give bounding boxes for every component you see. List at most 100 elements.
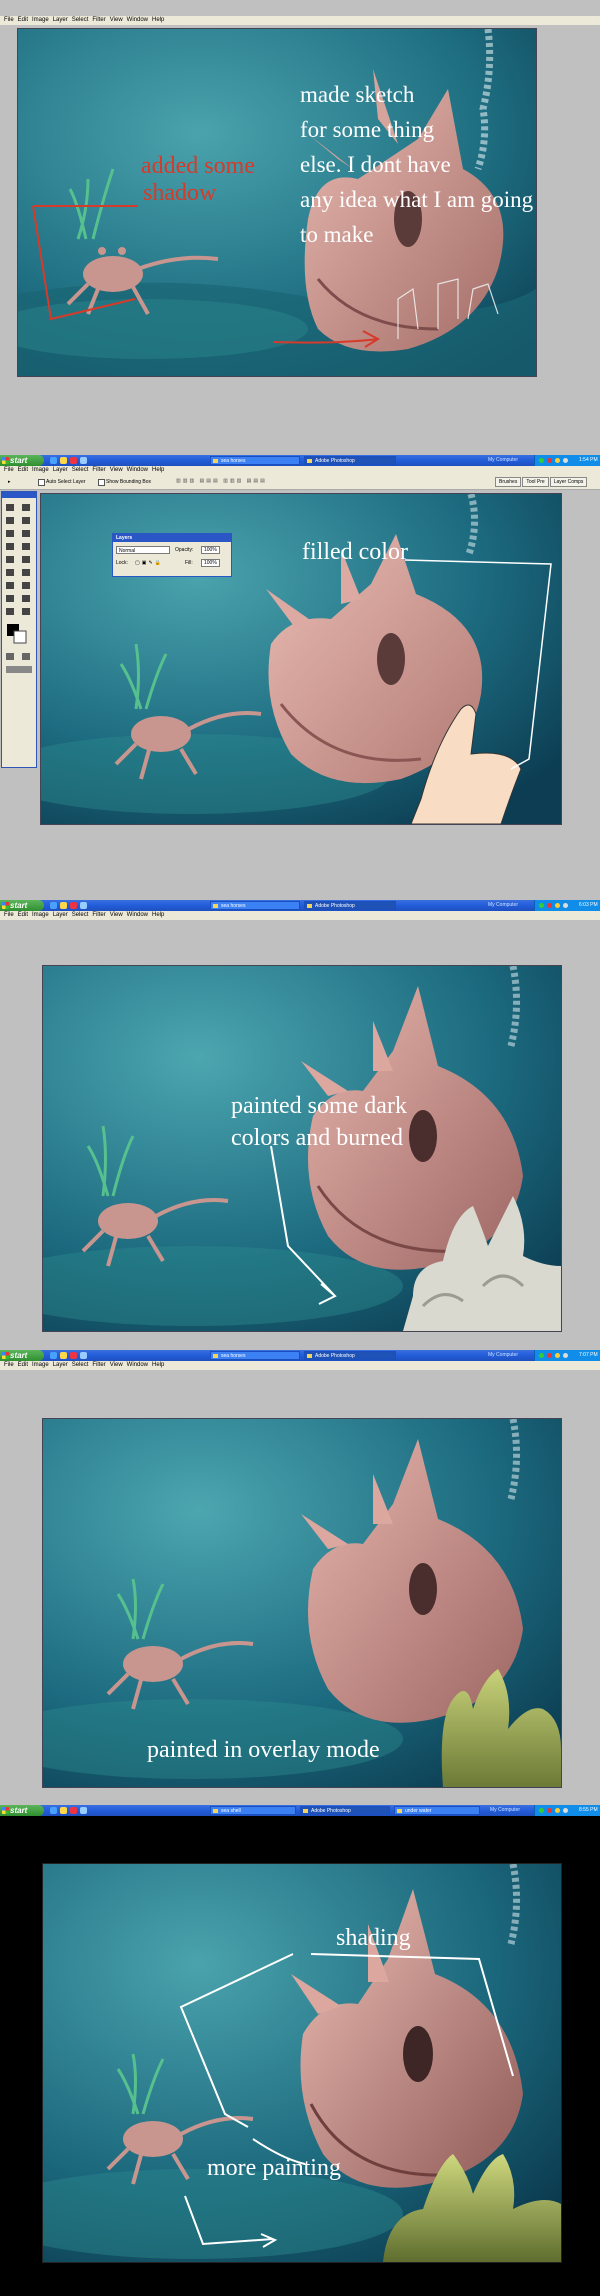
menu-filter[interactable]: Filter xyxy=(92,466,105,475)
quicklaunch-folder-icon[interactable] xyxy=(60,1807,67,1814)
start-button[interactable]: start xyxy=(0,1350,44,1361)
bounding-box-checkbox[interactable] xyxy=(98,479,105,486)
painting-canvas[interactable] xyxy=(42,1863,562,2263)
move-tool-icon[interactable]: ▸ xyxy=(8,479,11,485)
start-button[interactable]: start xyxy=(0,900,44,911)
menu-file[interactable]: File xyxy=(4,16,14,25)
fill-input[interactable]: 100% xyxy=(201,559,220,567)
lock-icons[interactable]: ▢▣✎🔒 xyxy=(135,560,163,566)
menu-filter[interactable]: Filter xyxy=(92,16,105,25)
start-button[interactable]: start xyxy=(0,455,44,466)
tray-network-icon[interactable] xyxy=(539,1353,544,1358)
tray-network-icon[interactable] xyxy=(539,1808,544,1813)
tray-network-icon[interactable] xyxy=(539,458,544,463)
tray-app-icon[interactable] xyxy=(563,1808,568,1813)
taskbar-task-photoshop[interactable]: Adobe Photoshop xyxy=(304,1351,396,1360)
tray-volume-icon[interactable] xyxy=(555,903,560,908)
quicklaunch-folder-icon[interactable] xyxy=(60,1352,67,1359)
menu-filter[interactable]: Filter xyxy=(92,1361,105,1370)
quicklaunch-ie-icon[interactable] xyxy=(50,902,57,909)
tray-volume-icon[interactable] xyxy=(555,458,560,463)
menu-image[interactable]: Image xyxy=(32,1361,49,1370)
sketch-annotation-line-3: else. I dont have xyxy=(300,152,451,177)
tray-security-icon[interactable] xyxy=(547,1808,552,1813)
taskbar-task-sea-horses[interactable]: sea horses xyxy=(210,901,300,910)
taskbar-task-sea-horses[interactable]: sea horses xyxy=(210,1351,300,1360)
menu-layer[interactable]: Layer xyxy=(53,911,68,920)
quicklaunch-ie-icon[interactable] xyxy=(50,1352,57,1359)
quicklaunch-ie-icon[interactable] xyxy=(50,457,57,464)
menu-help[interactable]: Help xyxy=(152,911,164,920)
menu-select[interactable]: Select xyxy=(72,1361,89,1370)
filled-color-annotation: filled color xyxy=(302,539,408,565)
menu-image[interactable]: Image xyxy=(32,16,49,25)
taskbar-task-under-water[interactable]: under water xyxy=(394,1806,480,1815)
quicklaunch-media-icon[interactable] xyxy=(70,457,77,464)
quicklaunch-desktop-icon[interactable] xyxy=(80,1352,87,1359)
tray-volume-icon[interactable] xyxy=(555,1808,560,1813)
layers-palette-title[interactable]: Layers xyxy=(113,534,231,542)
menu-edit[interactable]: Edit xyxy=(18,1361,28,1370)
tray-app-icon[interactable] xyxy=(563,458,568,463)
menu-edit[interactable]: Edit xyxy=(18,16,28,25)
taskbar-task-photoshop[interactable]: Adobe Photoshop xyxy=(304,901,396,910)
quicklaunch-media-icon[interactable] xyxy=(70,1352,77,1359)
taskbar-task-sea-horses[interactable]: sea horses xyxy=(210,456,300,465)
menu-edit[interactable]: Edit xyxy=(18,911,28,920)
tray-security-icon[interactable] xyxy=(547,458,552,463)
menu-select[interactable]: Select xyxy=(72,466,89,475)
quicklaunch-desktop-icon[interactable] xyxy=(80,457,87,464)
tray-security-icon[interactable] xyxy=(547,903,552,908)
quicklaunch-media-icon[interactable] xyxy=(70,902,77,909)
menu-layer[interactable]: Layer xyxy=(53,1361,68,1370)
quicklaunch-folder-icon[interactable] xyxy=(60,457,67,464)
menu-window[interactable]: Window xyxy=(127,16,148,25)
menu-help[interactable]: Help xyxy=(152,466,164,475)
auto-select-checkbox[interactable] xyxy=(38,479,45,486)
menu-layer[interactable]: Layer xyxy=(53,466,68,475)
blend-mode-select[interactable]: Normal xyxy=(116,546,170,554)
shading-annotation: shading xyxy=(336,1925,411,1951)
quicklaunch-folder-icon[interactable] xyxy=(60,902,67,909)
tray-volume-icon[interactable] xyxy=(555,1353,560,1358)
tool-icons[interactable] xyxy=(2,498,36,678)
opacity-input[interactable]: 100% xyxy=(201,546,220,554)
taskbar-task-photoshop[interactable]: Adobe Photoshop xyxy=(300,1806,390,1815)
layer-comps-tab[interactable]: Layer Comps xyxy=(549,477,588,487)
taskbar-task-photoshop[interactable]: Adobe Photoshop xyxy=(304,456,396,465)
tray-app-icon[interactable] xyxy=(563,1353,568,1358)
menu-edit[interactable]: Edit xyxy=(18,466,28,475)
start-button[interactable]: start xyxy=(0,1805,44,1816)
tray-app-icon[interactable] xyxy=(563,903,568,908)
menu-file[interactable]: File xyxy=(4,466,14,475)
menu-window[interactable]: Window xyxy=(127,911,148,920)
opacity-label: Opacity: xyxy=(175,547,194,553)
quicklaunch-desktop-icon[interactable] xyxy=(80,902,87,909)
menu-view[interactable]: View xyxy=(110,911,123,920)
menu-layer[interactable]: Layer xyxy=(53,16,68,25)
menu-help[interactable]: Help xyxy=(152,1361,164,1370)
quicklaunch-desktop-icon[interactable] xyxy=(80,1807,87,1814)
tool-presets-tab[interactable]: Tool Pre xyxy=(522,477,549,487)
menu-help[interactable]: Help xyxy=(152,16,164,25)
menu-view[interactable]: View xyxy=(110,1361,123,1370)
tray-network-icon[interactable] xyxy=(539,903,544,908)
menu-select[interactable]: Select xyxy=(72,16,89,25)
menu-window[interactable]: Window xyxy=(127,466,148,475)
quicklaunch-media-icon[interactable] xyxy=(70,1807,77,1814)
menu-select[interactable]: Select xyxy=(72,911,89,920)
menu-image[interactable]: Image xyxy=(32,911,49,920)
brushes-tab[interactable]: Brushes xyxy=(495,477,522,487)
menu-image[interactable]: Image xyxy=(32,466,49,475)
tray-security-icon[interactable] xyxy=(547,1353,552,1358)
quicklaunch-ie-icon[interactable] xyxy=(50,1807,57,1814)
menu-filter[interactable]: Filter xyxy=(92,911,105,920)
menu-file[interactable]: File xyxy=(4,911,14,920)
menu-view[interactable]: View xyxy=(110,16,123,25)
painting-canvas[interactable] xyxy=(42,1418,562,1788)
taskbar-task-sea-shell[interactable]: sea shell xyxy=(210,1806,296,1815)
menu-file[interactable]: File xyxy=(4,1361,14,1370)
align-buttons[interactable]: ▥▥▥ ▤▤▤ ▥▥▥ ▤▤▤ xyxy=(176,478,267,484)
menu-window[interactable]: Window xyxy=(127,1361,148,1370)
menu-view[interactable]: View xyxy=(110,466,123,475)
